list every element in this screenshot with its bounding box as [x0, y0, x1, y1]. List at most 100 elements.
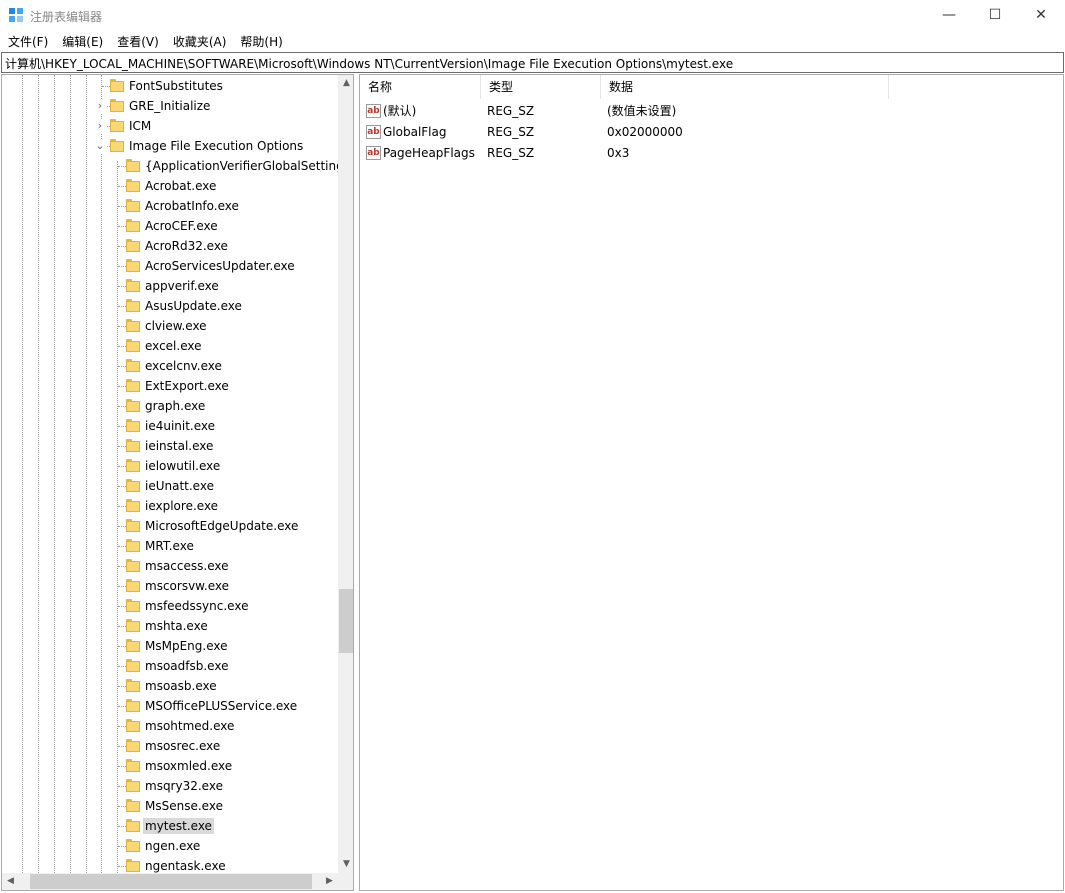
tree-node[interactable]: msoasb.exe: [2, 676, 338, 696]
tree-node-label[interactable]: ieinstal.exe: [143, 438, 215, 454]
tree-node-label[interactable]: msfeedssync.exe: [143, 598, 250, 614]
menu-help[interactable]: 帮助(H): [240, 33, 282, 50]
menu-edit[interactable]: 编辑(E): [62, 33, 103, 50]
tree-node-label[interactable]: msoadfsb.exe: [143, 658, 230, 674]
tree-node[interactable]: excelcnv.exe: [2, 356, 338, 376]
tree-node[interactable]: ie4uinit.exe: [2, 416, 338, 436]
tree-node-label[interactable]: Image File Execution Options: [127, 138, 305, 154]
tree-node-label[interactable]: MsSense.exe: [143, 798, 225, 814]
tree-node-label[interactable]: clview.exe: [143, 318, 209, 334]
tree-node-label[interactable]: GRE_Initialize: [127, 98, 212, 114]
tree-node[interactable]: MicrosoftEdgeUpdate.exe: [2, 516, 338, 536]
tree-node[interactable]: ⌄ Image File Execution Options: [2, 136, 338, 156]
tree-node-label[interactable]: ngen.exe: [143, 838, 202, 854]
tree-node[interactable]: msaccess.exe: [2, 556, 338, 576]
tree-node-label[interactable]: FontSubstitutes: [127, 78, 225, 94]
tree-node-label[interactable]: graph.exe: [143, 398, 207, 414]
tree-node-label[interactable]: msosrec.exe: [143, 738, 222, 754]
value-row[interactable]: ab (默认) REG_SZ (数值未设置): [360, 101, 1060, 122]
vertical-scroll-thumb[interactable]: [339, 589, 353, 653]
scroll-left-icon[interactable]: ◀: [2, 873, 19, 890]
tree-node-label[interactable]: AsusUpdate.exe: [143, 298, 244, 314]
minimize-button[interactable]: —: [926, 0, 972, 30]
tree-node-label[interactable]: ielowutil.exe: [143, 458, 222, 474]
tree-node[interactable]: ielowutil.exe: [2, 456, 338, 476]
tree-node[interactable]: ngen.exe: [2, 836, 338, 856]
chevron-down-icon[interactable]: ⌄: [94, 139, 106, 153]
tree-node-label[interactable]: ieUnatt.exe: [143, 478, 216, 494]
tree-node[interactable]: clview.exe: [2, 316, 338, 336]
column-header-type[interactable]: 类型: [481, 75, 601, 99]
tree-node-label[interactable]: MsMpEng.exe: [143, 638, 229, 654]
tree-node-label[interactable]: mscorsvw.exe: [143, 578, 231, 594]
tree-node-label[interactable]: AcroServicesUpdater.exe: [143, 258, 297, 274]
close-button[interactable]: ✕: [1018, 0, 1064, 30]
tree-node[interactable]: excel.exe: [2, 336, 338, 356]
menu-view[interactable]: 查看(V): [117, 33, 159, 50]
tree-node-label[interactable]: MSOfficePLUSService.exe: [143, 698, 299, 714]
tree-node[interactable]: ngentask.exe: [2, 856, 338, 873]
tree-node[interactable]: msosrec.exe: [2, 736, 338, 756]
tree-node-label[interactable]: excel.exe: [143, 338, 203, 354]
tree-node[interactable]: mscorsvw.exe: [2, 576, 338, 596]
tree-node[interactable]: AcroServicesUpdater.exe: [2, 256, 338, 276]
tree-node-label[interactable]: mytest.exe: [143, 818, 214, 834]
address-bar[interactable]: 计算机\HKEY_LOCAL_MACHINE\SOFTWARE\Microsof…: [1, 52, 1064, 73]
tree-node-label[interactable]: AcrobatInfo.exe: [143, 198, 241, 214]
tree-node[interactable]: msoadfsb.exe: [2, 656, 338, 676]
value-row[interactable]: ab GlobalFlag REG_SZ 0x02000000: [360, 122, 1060, 143]
tree-node-label[interactable]: mshta.exe: [143, 618, 210, 634]
menu-file[interactable]: 文件(F): [8, 33, 48, 50]
tree-node[interactable]: AcroRd32.exe: [2, 236, 338, 256]
tree-node-label[interactable]: {ApplicationVerifierGlobalSettings}: [143, 158, 338, 174]
tree-node-label[interactable]: excelcnv.exe: [143, 358, 224, 374]
tree-node[interactable]: › ICM: [2, 116, 338, 136]
tree-node[interactable]: MRT.exe: [2, 536, 338, 556]
tree-node-label[interactable]: ExtExport.exe: [143, 378, 231, 394]
tree-node-label[interactable]: ngentask.exe: [143, 858, 228, 873]
maximize-button[interactable]: ☐: [972, 0, 1018, 30]
tree-node[interactable]: › GRE_Initialize: [2, 96, 338, 116]
tree-node-label[interactable]: msaccess.exe: [143, 558, 230, 574]
tree-node[interactable]: MsSense.exe: [2, 796, 338, 816]
tree-horizontal-scrollbar[interactable]: ◀ ▶: [2, 873, 338, 890]
tree-node[interactable]: mshta.exe: [2, 616, 338, 636]
chevron-right-icon[interactable]: ›: [94, 119, 106, 133]
tree-node[interactable]: mytest.exe: [2, 816, 338, 836]
tree-node[interactable]: FontSubstitutes: [2, 76, 338, 96]
tree-node-label[interactable]: ICM: [127, 118, 153, 134]
tree-node[interactable]: MsMpEng.exe: [2, 636, 338, 656]
tree-node[interactable]: MSOfficePLUSService.exe: [2, 696, 338, 716]
tree-node[interactable]: appverif.exe: [2, 276, 338, 296]
tree-node[interactable]: AcrobatInfo.exe: [2, 196, 338, 216]
tree-node[interactable]: Acrobat.exe: [2, 176, 338, 196]
tree-node-label[interactable]: Acrobat.exe: [143, 178, 218, 194]
tree-node[interactable]: ieinstal.exe: [2, 436, 338, 456]
tree-node[interactable]: msoxmled.exe: [2, 756, 338, 776]
value-row[interactable]: ab PageHeapFlags REG_SZ 0x3: [360, 143, 1060, 164]
tree-node-label[interactable]: AcroCEF.exe: [143, 218, 220, 234]
tree-node[interactable]: AcroCEF.exe: [2, 216, 338, 236]
chevron-right-icon[interactable]: ›: [94, 99, 106, 113]
tree-node-label[interactable]: appverif.exe: [143, 278, 221, 294]
tree-node[interactable]: msohtmed.exe: [2, 716, 338, 736]
horizontal-scroll-thumb[interactable]: [30, 874, 312, 889]
scroll-up-icon[interactable]: ▲: [338, 75, 353, 92]
tree-node-label[interactable]: msoasb.exe: [143, 678, 219, 694]
tree-node[interactable]: ExtExport.exe: [2, 376, 338, 396]
tree-node-label[interactable]: msqry32.exe: [143, 778, 225, 794]
tree-node[interactable]: iexplore.exe: [2, 496, 338, 516]
tree-vertical-scrollbar[interactable]: ▲ ▼: [338, 75, 353, 873]
tree-node[interactable]: graph.exe: [2, 396, 338, 416]
column-header-name[interactable]: 名称: [360, 75, 481, 99]
scroll-right-icon[interactable]: ▶: [321, 873, 338, 890]
tree-node-label[interactable]: MicrosoftEdgeUpdate.exe: [143, 518, 300, 534]
tree-node-label[interactable]: msoxmled.exe: [143, 758, 234, 774]
column-header-data[interactable]: 数据: [601, 75, 889, 99]
menu-favorites[interactable]: 收藏夹(A): [173, 33, 227, 50]
tree-node-label[interactable]: ie4uinit.exe: [143, 418, 217, 434]
tree-node-label[interactable]: MRT.exe: [143, 538, 196, 554]
tree-node[interactable]: AsusUpdate.exe: [2, 296, 338, 316]
tree-node[interactable]: {ApplicationVerifierGlobalSettings}: [2, 156, 338, 176]
tree-node[interactable]: msfeedssync.exe: [2, 596, 338, 616]
